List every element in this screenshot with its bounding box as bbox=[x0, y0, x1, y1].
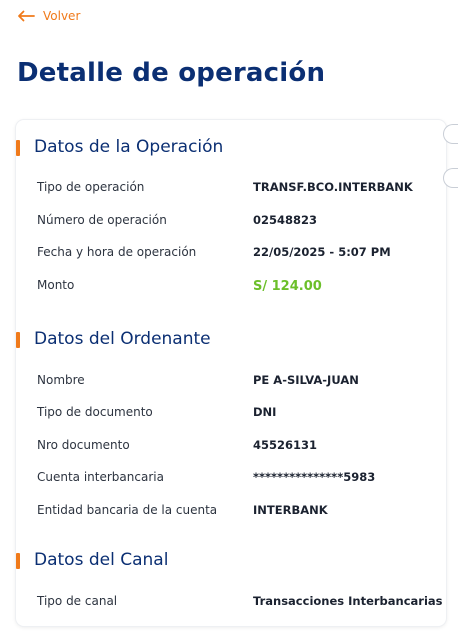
row-value: DNI bbox=[253, 405, 277, 419]
section-title-canal: Datos del Canal bbox=[16, 550, 168, 570]
row-value: 22/05/2025 - 5:07 PM bbox=[253, 245, 391, 259]
back-link[interactable]: Volver bbox=[17, 9, 80, 23]
row-label: Número de operación bbox=[37, 213, 167, 227]
arrow-left-icon bbox=[17, 10, 35, 22]
row-label: Tipo de operación bbox=[37, 180, 145, 194]
section-title-ordenante: Datos del Ordenante bbox=[16, 329, 211, 349]
row-label: Tipo de documento bbox=[37, 405, 153, 419]
side-tab-control[interactable] bbox=[443, 124, 458, 144]
row-value: INTERBANK bbox=[253, 503, 328, 517]
back-label: Volver bbox=[43, 9, 81, 23]
row-label: Nombre bbox=[37, 373, 85, 387]
row-label: Cuenta interbancaria bbox=[37, 470, 164, 484]
row-value: 45526131 bbox=[253, 438, 318, 452]
row-value: 02548823 bbox=[253, 213, 318, 227]
row-label: Tipo de canal bbox=[37, 594, 118, 608]
section-title-operacion: Datos de la Operación bbox=[16, 137, 223, 157]
row-label: Fecha y hora de operación bbox=[37, 245, 197, 259]
row-label: Entidad bancaria de la cuenta bbox=[37, 503, 218, 517]
row-label: Nro documento bbox=[37, 438, 130, 452]
row-label: Monto bbox=[37, 278, 75, 292]
side-tab-control[interactable] bbox=[443, 168, 458, 188]
row-value: PE A-SILVA-JUAN bbox=[253, 373, 359, 387]
amount-value: S/ 124.00 bbox=[253, 279, 322, 294]
row-value: Transacciones Interbancarias bbox=[253, 594, 443, 608]
row-value: ***************5983 bbox=[253, 470, 376, 484]
operation-detail-card: Datos de la Operación Tipo de operación … bbox=[16, 120, 458, 626]
page-title: Detalle de operación bbox=[17, 58, 326, 88]
row-value: TRANSF.BCO.INTERBANK bbox=[253, 180, 413, 194]
